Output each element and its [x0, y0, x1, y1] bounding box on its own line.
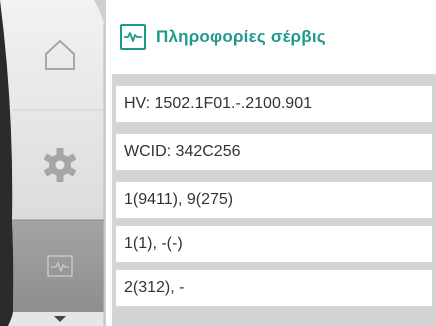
list-item[interactable]: 1(9411), 9(275) — [116, 182, 432, 218]
chevron-down-icon — [54, 316, 66, 322]
list-item[interactable]: HV: 1502.1F01.-.2100.901 — [116, 86, 432, 122]
nav-home-button[interactable] — [14, 0, 106, 110]
list-item[interactable]: 2(312), - — [116, 270, 432, 306]
service-info-header-icon — [120, 24, 146, 50]
nav-service-info-button[interactable] — [14, 220, 106, 312]
home-icon — [45, 40, 75, 70]
list-item[interactable]: 1(1), -(-) — [116, 226, 432, 262]
scroll-down-indicator[interactable] — [40, 312, 80, 326]
navigation-rail — [0, 0, 106, 326]
service-info-screen: Πληροφορίες σέρβις HV: 1502.1F01.-.2100.… — [0, 0, 436, 326]
nav-settings-button[interactable] — [14, 110, 106, 220]
page-header: Πληροφορίες σέρβις — [120, 22, 326, 52]
page-title: Πληροφορίες σέρβις — [156, 27, 326, 46]
gear-icon — [43, 148, 77, 182]
pulse-icon — [124, 32, 142, 42]
pulse-icon — [47, 255, 73, 277]
service-info-list: HV: 1502.1F01.-.2100.901 WCID: 342C256 1… — [112, 74, 436, 326]
list-item[interactable]: WCID: 342C256 — [116, 134, 432, 170]
